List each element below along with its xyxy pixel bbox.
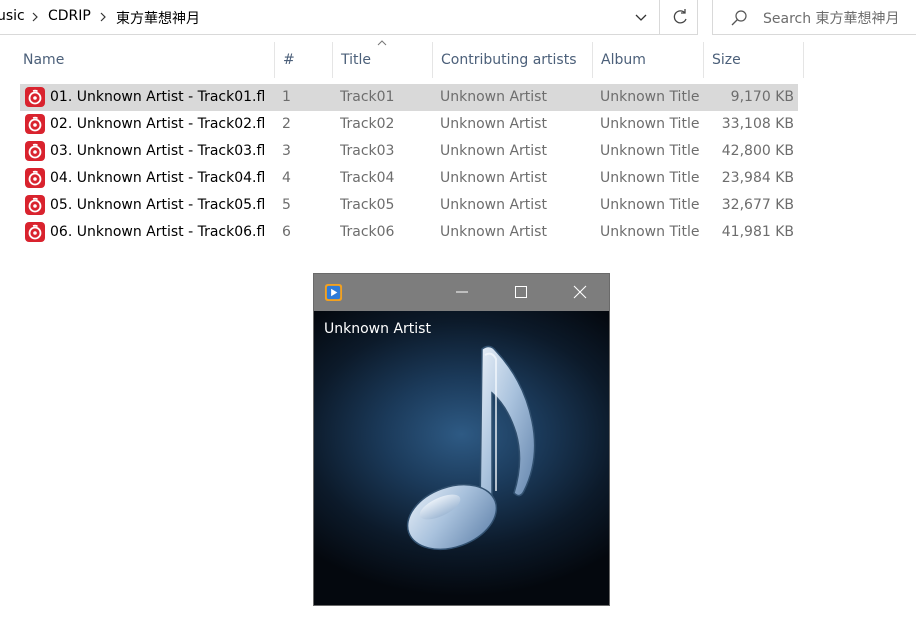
column-header-name[interactable]: Name xyxy=(15,42,275,78)
track-album: Unknown Title xyxy=(600,224,700,240)
track-artist: Unknown Artist xyxy=(440,143,547,159)
netease-music-file-icon xyxy=(25,87,45,107)
file-name: 01. Unknown Artist - Track01.flac xyxy=(50,89,264,105)
sort-ascending-icon xyxy=(377,40,387,46)
track-number: 4 xyxy=(282,170,291,186)
track-album: Unknown Title xyxy=(600,143,700,159)
file-row[interactable]: 06. Unknown Artist - Track06.flac 6 Trac… xyxy=(20,219,798,246)
track-number: 1 xyxy=(282,89,291,105)
column-header-row: Name # Title Contributing artists Album … xyxy=(0,40,916,78)
player-title-bar[interactable] xyxy=(314,274,609,311)
minimize-button[interactable] xyxy=(433,274,491,311)
file-size: 33,108 KB xyxy=(721,116,794,132)
media-player-app-icon xyxy=(324,283,343,302)
file-name: 06. Unknown Artist - Track06.flac xyxy=(50,224,264,240)
breadcrumb-item-music[interactable]: usic xyxy=(0,8,25,24)
column-header-number[interactable]: # xyxy=(275,42,333,78)
column-header-artists[interactable]: Contributing artists xyxy=(433,42,593,78)
refresh-icon xyxy=(673,9,687,24)
track-title: Track03 xyxy=(340,143,395,159)
file-row[interactable]: 04. Unknown Artist - Track04.flac 4 Trac… xyxy=(20,165,798,192)
file-size: 41,981 KB xyxy=(721,224,794,240)
track-artist: Unknown Artist xyxy=(440,116,547,132)
file-name: 02. Unknown Artist - Track02.flac xyxy=(50,116,264,132)
track-number: 5 xyxy=(282,197,291,213)
file-row[interactable]: 01. Unknown Artist - Track01.flac 1 Trac… xyxy=(20,84,798,111)
close-icon xyxy=(573,285,587,299)
search-placeholder: Search 東方華想神月 xyxy=(763,11,900,27)
file-row[interactable]: 05. Unknown Artist - Track05.flac 5 Trac… xyxy=(20,192,798,219)
file-row[interactable]: 03. Unknown Artist - Track03.flac 3 Trac… xyxy=(20,138,798,165)
now-playing-artist: Unknown Artist xyxy=(324,321,431,337)
track-title: Track01 xyxy=(340,89,395,105)
netease-music-file-icon xyxy=(25,141,45,161)
chevron-right-icon[interactable] xyxy=(98,8,108,26)
track-title: Track06 xyxy=(340,224,395,240)
track-artist: Unknown Artist xyxy=(440,89,547,105)
file-name: 05. Unknown Artist - Track05.flac xyxy=(50,197,264,213)
netease-music-file-icon xyxy=(25,195,45,215)
track-title: Track02 xyxy=(340,116,395,132)
refresh-button[interactable] xyxy=(659,0,698,35)
media-player-window[interactable]: Unknown Artist xyxy=(313,273,610,606)
netease-music-file-icon xyxy=(25,168,45,188)
music-note-icon xyxy=(406,345,536,551)
chevron-right-icon[interactable] xyxy=(30,8,40,26)
maximize-button[interactable] xyxy=(492,274,550,311)
column-header-album[interactable]: Album xyxy=(593,42,704,78)
breadcrumb-item-current[interactable]: 東方華想神月 xyxy=(116,8,200,28)
track-artist: Unknown Artist xyxy=(440,224,547,240)
track-album: Unknown Title xyxy=(600,89,700,105)
netease-music-file-icon xyxy=(25,222,45,242)
track-album: Unknown Title xyxy=(600,170,700,186)
file-row[interactable]: 02. Unknown Artist - Track02.flac 2 Trac… xyxy=(20,111,798,138)
search-icon xyxy=(731,10,747,26)
maximize-icon xyxy=(515,286,527,298)
address-bar[interactable]: usic CDRIP 東方華想神月 xyxy=(0,0,698,35)
track-artist: Unknown Artist xyxy=(440,170,547,186)
toolbar: usic CDRIP 東方華想神月 Search 東方華想神月 xyxy=(0,0,916,36)
chevron-down-icon[interactable] xyxy=(629,5,653,29)
column-header-size[interactable]: Size xyxy=(704,42,804,78)
breadcrumb-item-cdrip[interactable]: CDRIP xyxy=(48,8,91,24)
file-name: 03. Unknown Artist - Track03.flac xyxy=(50,143,264,159)
track-number: 3 xyxy=(282,143,291,159)
file-size: 9,170 KB xyxy=(730,89,794,105)
file-size: 32,677 KB xyxy=(721,197,794,213)
track-album: Unknown Title xyxy=(600,197,700,213)
close-button[interactable] xyxy=(551,274,609,311)
album-art-area: Unknown Artist xyxy=(314,311,609,605)
file-size: 42,800 KB xyxy=(721,143,794,159)
file-size: 23,984 KB xyxy=(721,170,794,186)
track-title: Track04 xyxy=(340,170,395,186)
minimize-icon xyxy=(456,291,468,293)
track-album: Unknown Title xyxy=(600,116,700,132)
track-number: 2 xyxy=(282,116,291,132)
track-title: Track05 xyxy=(340,197,395,213)
netease-music-file-icon xyxy=(25,114,45,134)
file-name: 04. Unknown Artist - Track04.flac xyxy=(50,170,264,186)
search-box[interactable]: Search 東方華想神月 xyxy=(712,0,916,35)
track-artist: Unknown Artist xyxy=(440,197,547,213)
track-number: 6 xyxy=(282,224,291,240)
